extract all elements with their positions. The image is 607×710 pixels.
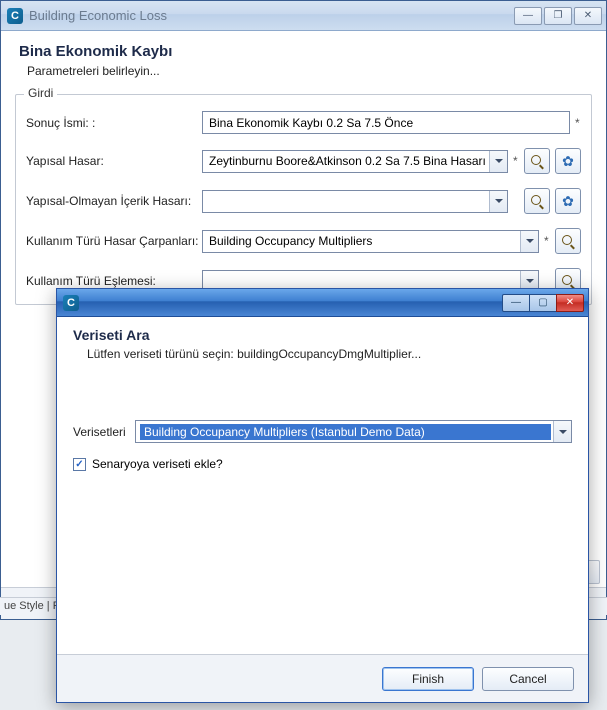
chevron-down-icon[interactable] bbox=[489, 151, 507, 172]
label-kullanim-eslemesi: Kullanım Türü Eşlemesi: bbox=[26, 274, 202, 288]
dialog-minimize-button[interactable]: — bbox=[502, 294, 530, 312]
row-hasar-carpanlari: Kullanım Türü Hasar Çarpanları: Building… bbox=[26, 228, 581, 254]
search-button[interactable] bbox=[555, 228, 581, 254]
search-icon bbox=[562, 235, 575, 248]
page-title: Bina Ekonomik Kaybı bbox=[19, 43, 588, 60]
search-icon bbox=[531, 195, 544, 208]
content-header: Bina Ekonomik Kaybı Parametreleri belirl… bbox=[1, 31, 606, 84]
row-datasets: Verisetleri Building Occupancy Multiplie… bbox=[73, 420, 572, 443]
dialog-close-button[interactable]: ✕ bbox=[556, 294, 584, 312]
dialog-titlebar[interactable]: C — ▢ ✕ bbox=[57, 289, 588, 317]
search-button[interactable] bbox=[524, 148, 550, 174]
fieldset-label: Girdi bbox=[24, 86, 57, 100]
dialog-header: Veriseti Ara Lütfen veriseti türünü seçi… bbox=[57, 317, 588, 370]
minimize-button[interactable]: — bbox=[514, 7, 542, 25]
combo-datasets[interactable]: Building Occupancy Multipliers (Istanbul… bbox=[135, 420, 572, 443]
chevron-down-icon[interactable] bbox=[520, 231, 538, 252]
maximize-button[interactable]: ❐ bbox=[544, 7, 572, 25]
search-dataset-dialog: C — ▢ ✕ Veriseti Ara Lütfen veriseti tür… bbox=[56, 288, 589, 703]
checkbox-add-to-scenario[interactable]: ✓ bbox=[73, 458, 86, 471]
gear-icon: ✿ bbox=[562, 193, 574, 210]
combo-hasar-carpanlari[interactable]: Building Occupancy Multipliers bbox=[202, 230, 539, 253]
finish-button[interactable]: Finish bbox=[382, 667, 474, 691]
required-mark: * bbox=[575, 116, 581, 130]
label-datasets: Verisetleri bbox=[73, 425, 135, 439]
page-subtitle: Parametreleri belirleyin... bbox=[27, 64, 588, 78]
combo-yapisal-hasar[interactable]: Zeytinburnu Boore&Atkinson 0.2 Sa 7.5 Bi… bbox=[202, 150, 508, 173]
checkbox-label: Senaryoya veriseti ekle? bbox=[92, 457, 223, 471]
row-icerik-hasari: Yapısal-Olmayan İçerik Hasarı: ✿ bbox=[26, 188, 581, 214]
label-hasar-carpanlari: Kullanım Türü Hasar Çarpanları: bbox=[26, 234, 202, 248]
required-mark: * bbox=[544, 234, 550, 248]
input-sonuc-ismi[interactable]: Bina Ekonomik Kaybı 0.2 Sa 7.5 Önce bbox=[202, 111, 570, 134]
dialog-window-controls: — ▢ ✕ bbox=[503, 294, 584, 312]
dialog-hint: Lütfen veriseti türünü seçin: buildingOc… bbox=[87, 347, 572, 361]
window-controls: — ❐ ✕ bbox=[514, 7, 602, 25]
label-yapisal-hasar: Yapısal Hasar: bbox=[26, 154, 202, 168]
app-icon: C bbox=[7, 8, 23, 24]
search-icon bbox=[562, 275, 575, 288]
window-title: Building Economic Loss bbox=[29, 8, 514, 23]
dialog-footer: Finish Cancel bbox=[57, 654, 588, 702]
row-sonuc-ismi: Sonuç İsmi: : Bina Ekonomik Kaybı 0.2 Sa… bbox=[26, 111, 581, 134]
main-titlebar[interactable]: C Building Economic Loss — ❐ ✕ bbox=[1, 1, 606, 31]
required-mark: * bbox=[513, 154, 519, 168]
combo-selected-text: Building Occupancy Multipliers (Istanbul… bbox=[140, 424, 551, 440]
search-button[interactable] bbox=[524, 188, 550, 214]
chevron-down-icon[interactable] bbox=[553, 421, 571, 442]
settings-button[interactable]: ✿ bbox=[555, 148, 581, 174]
combo-icerik-hasari[interactable] bbox=[202, 190, 508, 213]
dialog-title: Veriseti Ara bbox=[73, 327, 572, 343]
label-sonuc-ismi: Sonuç İsmi: : bbox=[26, 116, 202, 130]
dialog-maximize-button[interactable]: ▢ bbox=[529, 294, 557, 312]
chevron-down-icon[interactable] bbox=[489, 191, 507, 212]
row-yapisal-hasar: Yapısal Hasar: Zeytinburnu Boore&Atkinso… bbox=[26, 148, 581, 174]
optional-mark bbox=[513, 194, 519, 208]
input-fieldset: Girdi Sonuç İsmi: : Bina Ekonomik Kaybı … bbox=[15, 94, 592, 305]
label-icerik-hasari: Yapısal-Olmayan İçerik Hasarı: bbox=[26, 194, 202, 208]
app-icon: C bbox=[63, 295, 79, 311]
gear-icon: ✿ bbox=[562, 153, 574, 170]
close-button[interactable]: ✕ bbox=[574, 7, 602, 25]
dialog-body: Verisetleri Building Occupancy Multiplie… bbox=[57, 370, 588, 481]
row-add-to-scenario: ✓ Senaryoya veriseti ekle? bbox=[73, 457, 572, 471]
cancel-button[interactable]: Cancel bbox=[482, 667, 574, 691]
search-icon bbox=[531, 155, 544, 168]
optional-mark bbox=[544, 274, 550, 288]
settings-button[interactable]: ✿ bbox=[555, 188, 581, 214]
